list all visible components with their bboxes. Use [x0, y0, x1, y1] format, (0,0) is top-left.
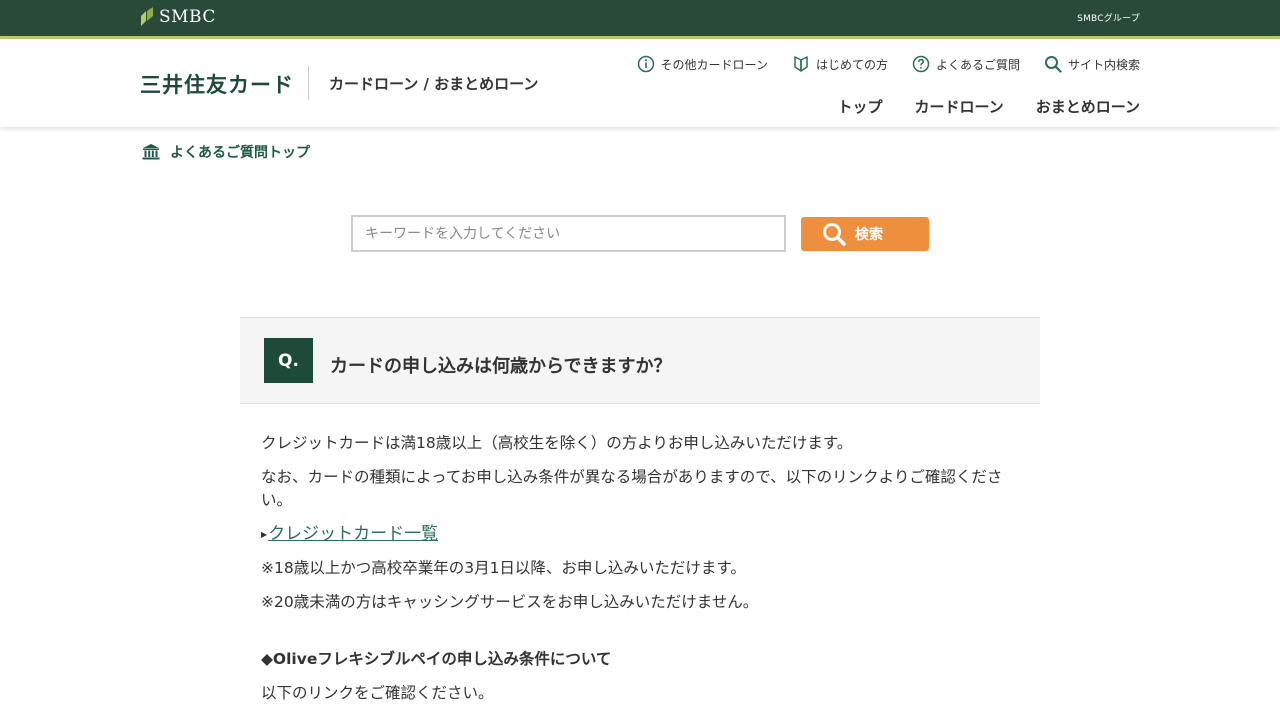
answer-note: ※18歳以上かつ高校卒業年の3月1日以降、お申し込みいただけます。 — [261, 559, 746, 577]
smbc-group-link[interactable]: SMBCグループ — [1077, 11, 1140, 24]
util-site-search[interactable]: サイト内検索 — [1044, 55, 1140, 73]
bullet-icon: ▶ — [261, 530, 268, 539]
utility-nav: その他カードローン はじめての方 よくあるご質問 サイト内検索 — [637, 55, 1140, 73]
search-button[interactable]: 検索 — [801, 217, 929, 251]
answer-body: クレジットカードは満18歳以上（高校生を除く）の方よりお申し込みいただけます。 … — [261, 432, 1021, 716]
nav-cardloan[interactable]: カードローン — [914, 96, 1003, 117]
brand-divider — [308, 66, 309, 100]
top-bar: SMBC SMBCグループ — [0, 0, 1280, 36]
link-line: ▶ クレジットカード一覧 — [261, 523, 1021, 546]
question-icon — [912, 55, 930, 73]
util-faq[interactable]: よくあるご質問 — [912, 55, 1020, 73]
answer-note: ※20歳未満の方はキャッシングサービスをお申し込みいただけません。 — [261, 593, 759, 611]
util-label: はじめての方 — [815, 57, 888, 72]
nav-omatome-loan[interactable]: おまとめローン — [1036, 96, 1140, 117]
question-badge: Q. — [264, 338, 313, 383]
util-label: よくあるご質問 — [935, 57, 1020, 72]
answer-paragraph: クレジットカードは満18歳以上（高校生を除く）の方よりお申し込みいただけます。 — [261, 434, 853, 452]
bank-icon — [142, 144, 160, 160]
search-icon — [1044, 56, 1062, 73]
util-label: その他カードローン — [660, 57, 768, 72]
util-other-cardloan[interactable]: その他カードローン — [637, 55, 768, 73]
smbc-leaf-icon — [141, 7, 153, 26]
smbc-logo[interactable]: SMBC — [140, 7, 216, 27]
nav-top[interactable]: トップ — [837, 96, 882, 117]
brand-logo[interactable]: 三井住友カード — [140, 69, 294, 99]
util-label: サイト内検索 — [1067, 57, 1140, 72]
info-icon — [637, 55, 654, 73]
site-header: 三井住友カード カードローン / おまとめローン その他カードローン はじめての… — [0, 39, 1280, 127]
answer-paragraph: 以下のリンクをご確認ください。 — [261, 684, 494, 702]
smbc-logo-text: SMBC — [159, 7, 216, 27]
brand-subtitle: カードローン / おまとめローン — [329, 75, 539, 93]
search-icon — [823, 223, 846, 246]
breadcrumb-faq-top[interactable]: よくあるご質問トップ — [170, 142, 310, 162]
search-button-label: 検索 — [855, 226, 883, 242]
question-box: Q. カードの申し込みは何歳からできますか？ — [240, 317, 1040, 404]
keyword-search-input[interactable] — [351, 215, 786, 252]
olive-subheading: ◆Oliveフレキシブルペイの申し込み条件について — [261, 650, 612, 668]
credit-card-list-link[interactable]: クレジットカード一覧 — [268, 523, 438, 546]
breadcrumb[interactable]: よくあるご質問トップ — [142, 142, 310, 162]
beginner-mark-icon — [794, 56, 808, 72]
util-beginner[interactable]: はじめての方 — [792, 55, 888, 73]
question-title: カードの申し込みは何歳からできますか？ — [330, 356, 672, 377]
main-nav: トップ カードローン おまとめローン — [837, 96, 1140, 117]
answer-paragraph: なお、カードの種類によってお申し込み条件が異なる場合がありますので、以下のリンク… — [261, 468, 1003, 509]
